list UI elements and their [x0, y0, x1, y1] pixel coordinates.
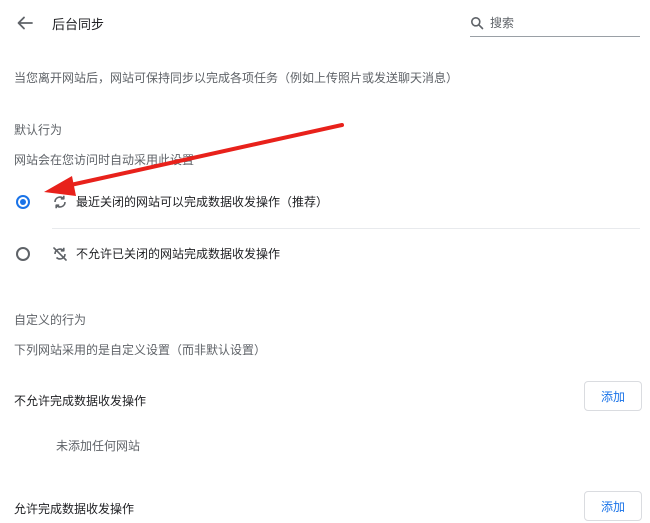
- option-block-sync-label: 不允许已关闭的网站完成数据收发操作: [76, 247, 281, 261]
- option-allow-sync[interactable]: 最近关闭的网站可以完成数据收发操作（推荐）: [14, 188, 574, 216]
- search-input[interactable]: [490, 15, 635, 31]
- radio-block-sync[interactable]: [16, 247, 30, 261]
- arrow-back-icon: [17, 16, 33, 30]
- block-list-label: 不允许完成数据收发操作: [14, 394, 147, 408]
- custom-behavior-heading: 自定义的行为: [14, 313, 87, 327]
- default-behavior-heading: 默认行为: [14, 123, 63, 137]
- sync-disabled-icon: [53, 247, 67, 261]
- back-button[interactable]: [14, 12, 36, 34]
- allow-list-label: 允许完成数据收发操作: [14, 502, 135, 516]
- add-allowed-site-button[interactable]: 添加: [584, 491, 642, 521]
- page-description: 当您离开网站后，网站可保持同步以完成各项任务（例如上传照片或发送聊天消息）: [14, 71, 459, 85]
- search-icon: [471, 17, 484, 30]
- option-allow-sync-label: 最近关闭的网站可以完成数据收发操作（推荐）: [76, 195, 329, 209]
- divider: [52, 228, 640, 229]
- block-list-empty-text: 未添加任何网站: [56, 439, 141, 453]
- custom-behavior-subtext: 下列网站采用的是自定义设置（而非默认设置）: [14, 343, 267, 357]
- add-blocked-site-button[interactable]: 添加: [584, 381, 642, 411]
- default-behavior-subtext: 网站会在您访问时自动采用此设置: [14, 153, 195, 167]
- page-title: 后台同步: [52, 18, 105, 33]
- option-block-sync[interactable]: 不允许已关闭的网站完成数据收发操作: [14, 240, 574, 268]
- search-box[interactable]: [470, 12, 640, 37]
- radio-allow-sync[interactable]: [16, 195, 30, 209]
- sync-icon: [54, 195, 66, 209]
